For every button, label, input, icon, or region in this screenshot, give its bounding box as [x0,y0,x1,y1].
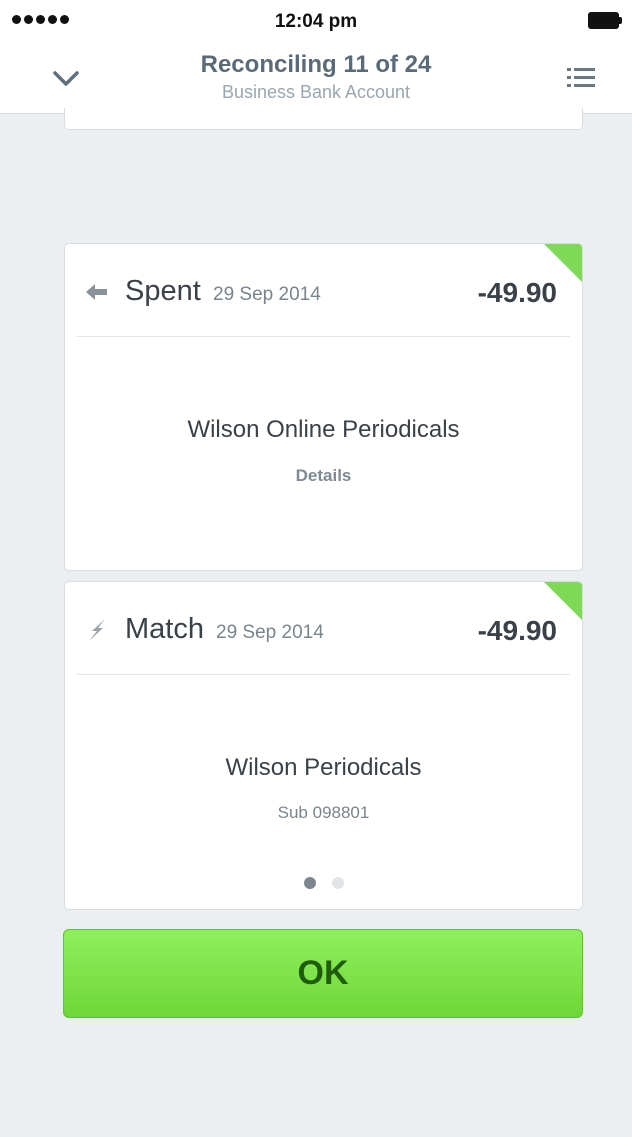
page-subtitle: Business Bank Account [221,82,411,102]
statement-line-card[interactable]: Spent 29 Sep 2014 -49.90 Wilson Online P… [64,243,583,571]
page-title: Reconciling 11 of 24 [200,51,432,78]
ok-button[interactable]: OK [63,929,583,1018]
transaction-type: Spent [125,275,201,307]
ok-button-label: OK [297,954,349,992]
transaction-type: Match [125,613,204,645]
match-card[interactable]: Match 29 Sep 2014 -49.90 Wilson Periodic… [64,581,583,910]
page-indicator [65,877,582,889]
battery-icon [588,12,622,29]
previous-card-edge [64,108,583,130]
transaction-amount: -49.90 [477,277,557,308]
transaction-date: 29 Sep 2014 [216,622,324,643]
card-divider [77,674,570,675]
payee-name: Wilson Online Periodicals [187,416,460,443]
payee-name: Wilson Periodicals [225,754,422,781]
lightning-icon [85,618,109,642]
transaction-reference: Sub 098801 [277,803,370,822]
transaction-date: 29 Sep 2014 [213,284,321,305]
transaction-amount: -49.90 [477,615,557,646]
page-dot[interactable] [331,877,344,889]
card-divider [77,336,570,337]
list-icon[interactable] [564,62,600,94]
status-time: 12:04 pm [274,11,358,32]
details-link[interactable]: Details [65,466,582,486]
page-dot-active[interactable] [303,877,316,889]
arrow-left-icon [85,280,109,304]
status-bar: 12:04 pm [0,0,632,42]
nav-bar: Reconciling 11 of 24 Business Bank Accou… [0,42,632,114]
